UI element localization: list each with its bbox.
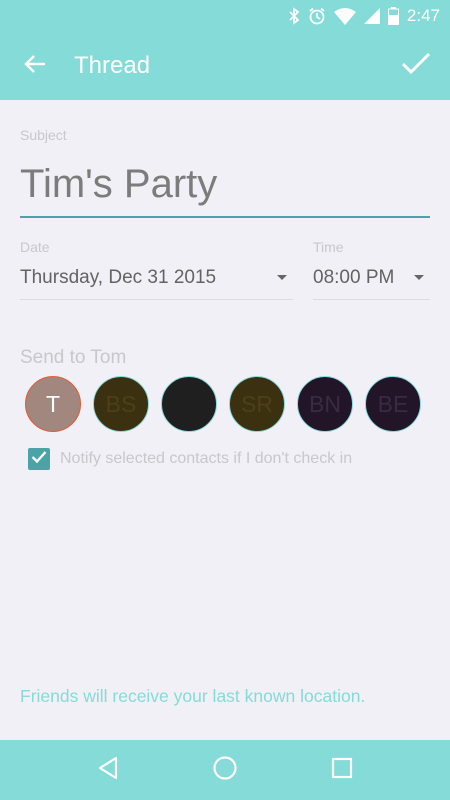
contact-avatar[interactable]: BS	[93, 376, 149, 432]
back-triangle-icon	[97, 756, 119, 785]
subject-input[interactable]	[20, 152, 430, 218]
send-to-label: Send to Tom	[20, 347, 127, 368]
date-label: Date	[20, 239, 50, 255]
confirm-button[interactable]	[394, 44, 438, 88]
notify-label: Notify selected contacts if I don't chec…	[60, 450, 353, 467]
location-note: Friends will receive your last known loc…	[20, 686, 366, 706]
recents-square-icon	[331, 757, 353, 784]
contact-list: T BS SR BN BE	[25, 376, 421, 432]
contact-avatar[interactable]: BN	[297, 376, 353, 432]
contact-avatar[interactable]	[161, 376, 217, 432]
date-value: Thursday, Dec 31 2015	[20, 266, 217, 288]
contact-initials: SR	[241, 390, 273, 417]
checkmark-icon	[401, 52, 431, 81]
time-value: 08:00 PM	[313, 266, 395, 288]
subject-label: Subject	[20, 127, 67, 143]
status-bar: 2:47	[0, 0, 450, 32]
time-label: Time	[313, 239, 344, 255]
alarm-icon	[308, 7, 326, 25]
signal-icon	[363, 8, 380, 24]
nav-back-button[interactable]	[83, 745, 133, 795]
wifi-icon	[333, 7, 356, 25]
date-select[interactable]: Thursday, Dec 31 2015	[20, 256, 293, 300]
contact-initials: T	[45, 390, 61, 417]
back-button[interactable]	[0, 32, 70, 100]
home-circle-icon	[212, 755, 238, 786]
dropdown-caret-icon	[414, 275, 424, 280]
app-bar: Thread	[0, 32, 450, 100]
nav-home-button[interactable]	[200, 745, 250, 795]
contact-initials: BN	[309, 390, 341, 417]
check-icon	[31, 450, 47, 469]
battery-icon	[387, 7, 399, 25]
dropdown-caret-icon	[277, 275, 287, 280]
contact-avatar[interactable]: SR	[229, 376, 285, 432]
bluetooth-icon	[288, 7, 300, 25]
nav-recents-button[interactable]	[317, 745, 367, 795]
contact-avatar[interactable]: BE	[365, 376, 421, 432]
notify-checkbox[interactable]	[28, 448, 50, 470]
contact-initials: BE	[377, 390, 409, 417]
navigation-bar	[0, 740, 450, 800]
contact-avatar[interactable]: T	[25, 376, 81, 432]
notify-row: Notify selected contacts if I don't chec…	[28, 448, 352, 470]
status-time: 2:47	[406, 6, 440, 25]
time-select[interactable]: 08:00 PM	[313, 256, 430, 300]
arrow-left-icon	[24, 54, 46, 79]
page-title: Thread	[74, 52, 151, 79]
contact-initials: BS	[105, 390, 137, 417]
